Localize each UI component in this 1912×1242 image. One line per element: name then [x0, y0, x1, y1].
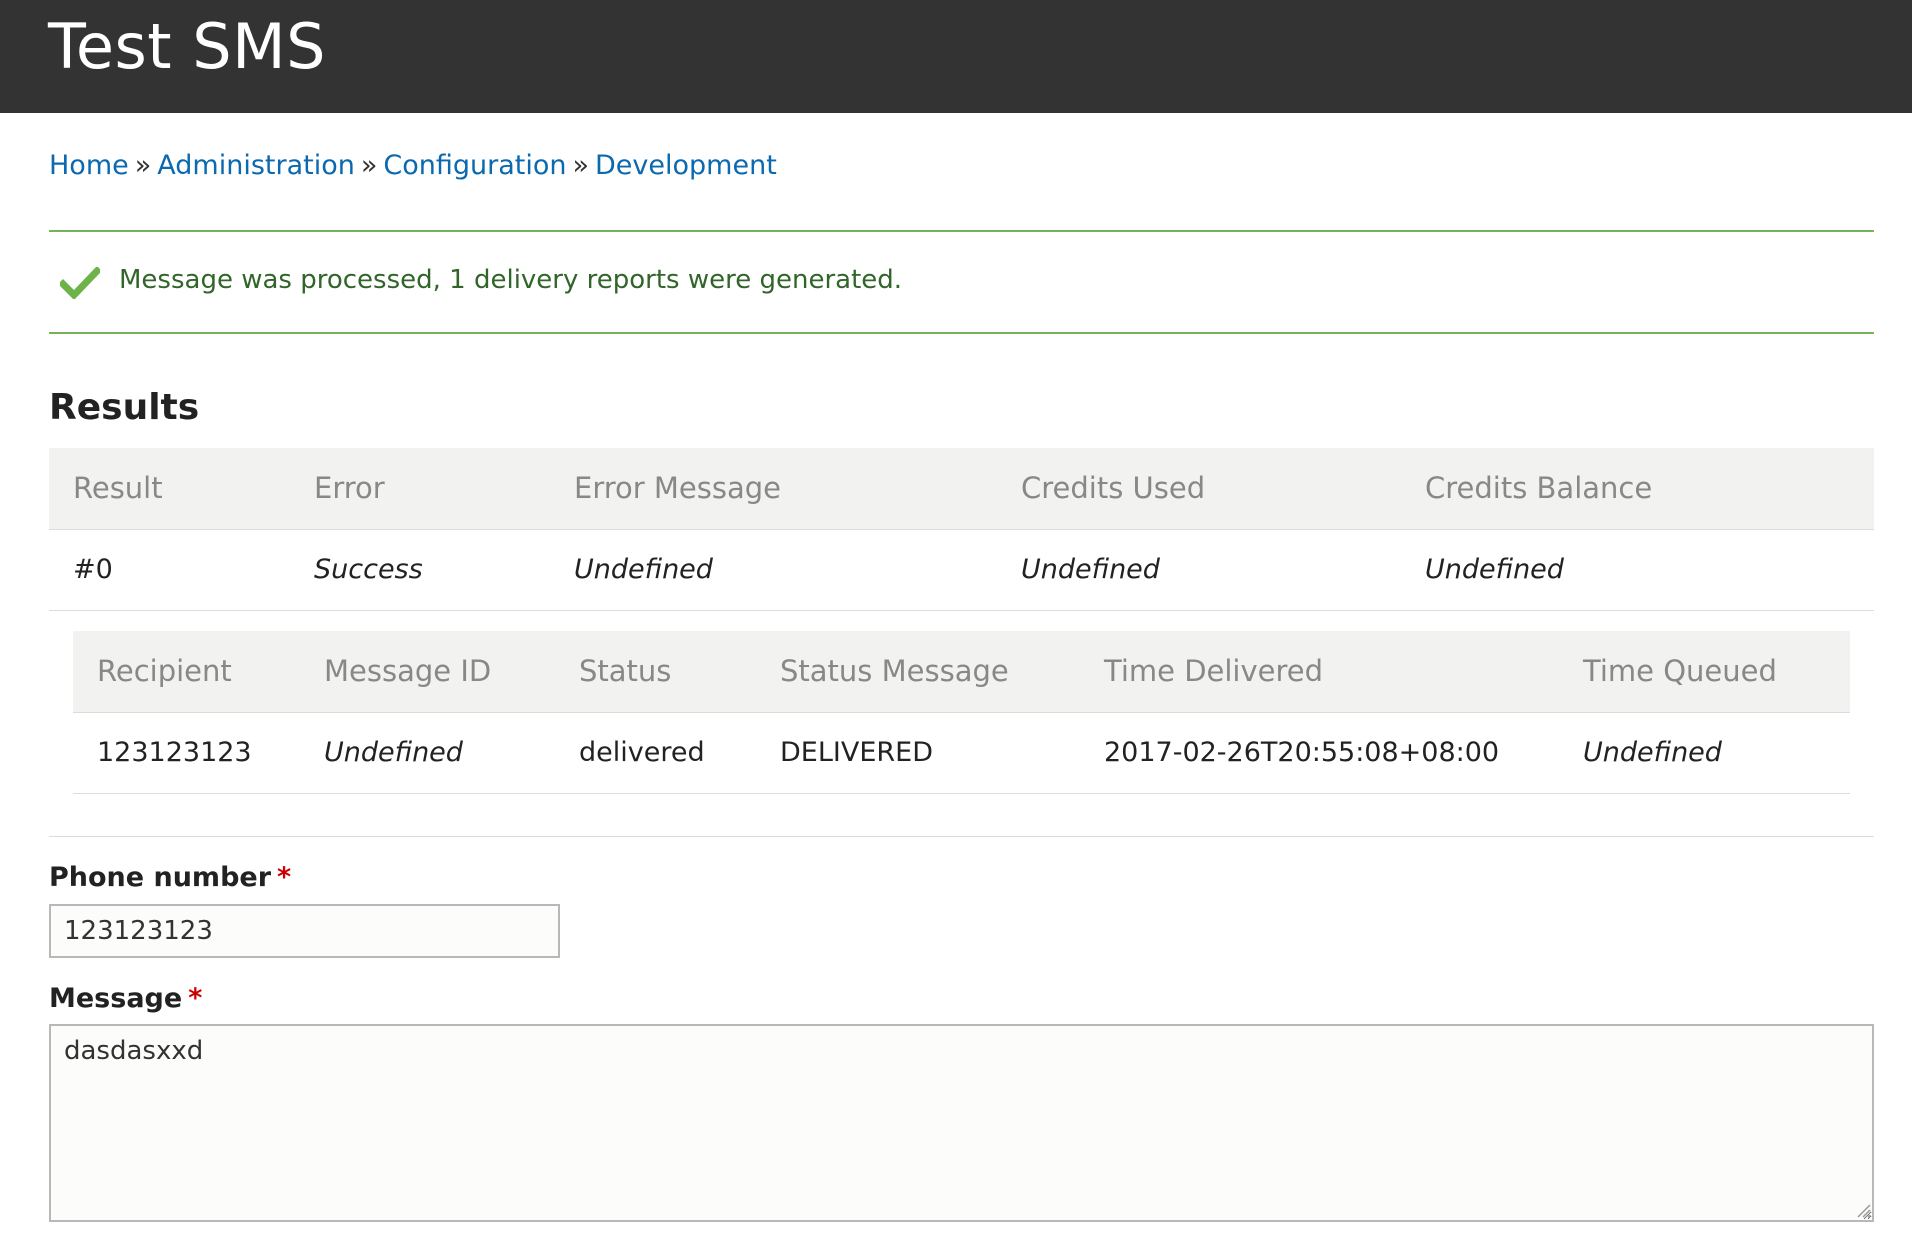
- column-header-result: Result: [49, 448, 290, 530]
- status-cell: delivered: [555, 712, 756, 794]
- recipient-cell: 123123123: [73, 712, 300, 794]
- table-row: #0 Success Undefined Undefined Undefined: [49, 529, 1874, 611]
- breadcrumb-development-link[interactable]: Development: [595, 150, 777, 181]
- column-header-credits-used: Credits Used: [997, 448, 1401, 530]
- breadcrumb-home-link[interactable]: Home: [49, 150, 129, 181]
- breadcrumb-configuration-link[interactable]: Configuration: [383, 150, 566, 181]
- page-header: Test SMS: [0, 0, 1912, 113]
- column-header-time-delivered: Time Delivered: [1080, 631, 1559, 713]
- required-marker: *: [277, 862, 292, 893]
- column-header-credits-balance: Credits Balance: [1401, 448, 1874, 530]
- page-title: Test SMS: [48, 10, 327, 83]
- time-queued-cell: Undefined: [1559, 712, 1850, 794]
- column-header-error-message: Error Message: [550, 448, 997, 530]
- breadcrumb-separator: »: [360, 150, 378, 181]
- column-header-status: Status: [555, 631, 756, 713]
- delivery-header-row: Recipient Message ID Status Status Messa…: [73, 631, 1850, 713]
- message-label: Message *: [49, 982, 202, 1016]
- phone-number-label-text: Phone number: [49, 862, 272, 893]
- credits-used-cell: Undefined: [997, 529, 1401, 611]
- status-message: Message was processed, 1 delivery report…: [49, 230, 1874, 334]
- phone-number-input[interactable]: [49, 904, 560, 958]
- credits-balance-cell: Undefined: [1401, 529, 1874, 611]
- resize-handle-icon[interactable]: [1853, 1200, 1871, 1218]
- phone-number-label: Phone number *: [49, 861, 291, 895]
- message-textarea[interactable]: dasdasxxd: [49, 1024, 1874, 1222]
- delivery-reports-section: Recipient Message ID Status Status Messa…: [49, 611, 1874, 837]
- column-header-time-queued: Time Queued: [1559, 631, 1850, 713]
- status-message-cell: DELIVERED: [756, 712, 1080, 794]
- checkmark-icon: [60, 267, 100, 299]
- results-table: Result Error Error Message Credits Used …: [49, 448, 1874, 611]
- breadcrumb-administration-link[interactable]: Administration: [157, 150, 355, 181]
- result-cell: #0: [49, 529, 290, 611]
- message-label-text: Message: [49, 983, 183, 1014]
- status-text: Message was processed, 1 delivery report…: [119, 265, 903, 295]
- required-marker: *: [188, 983, 203, 1014]
- column-header-recipient: Recipient: [73, 631, 300, 713]
- delivery-reports-table: Recipient Message ID Status Status Messa…: [73, 631, 1850, 794]
- column-header-error: Error: [290, 448, 550, 530]
- results-heading: Results: [49, 387, 200, 428]
- column-header-message-id: Message ID: [300, 631, 555, 713]
- message-id-cell: Undefined: [300, 712, 555, 794]
- breadcrumb-separator: »: [572, 150, 590, 181]
- breadcrumb-separator: »: [134, 150, 152, 181]
- results-header-row: Result Error Error Message Credits Used …: [49, 448, 1874, 530]
- breadcrumb: Home» Administration» Configuration» Develo…: [49, 148, 777, 184]
- error-cell: Success: [290, 529, 550, 611]
- column-header-status-message: Status Message: [756, 631, 1080, 713]
- time-delivered-cell: 2017-02-26T20:55:08+08:00: [1080, 712, 1559, 794]
- error-message-cell: Undefined: [550, 529, 997, 611]
- table-row: 123123123 Undefined delivered DELIVERED …: [73, 712, 1850, 794]
